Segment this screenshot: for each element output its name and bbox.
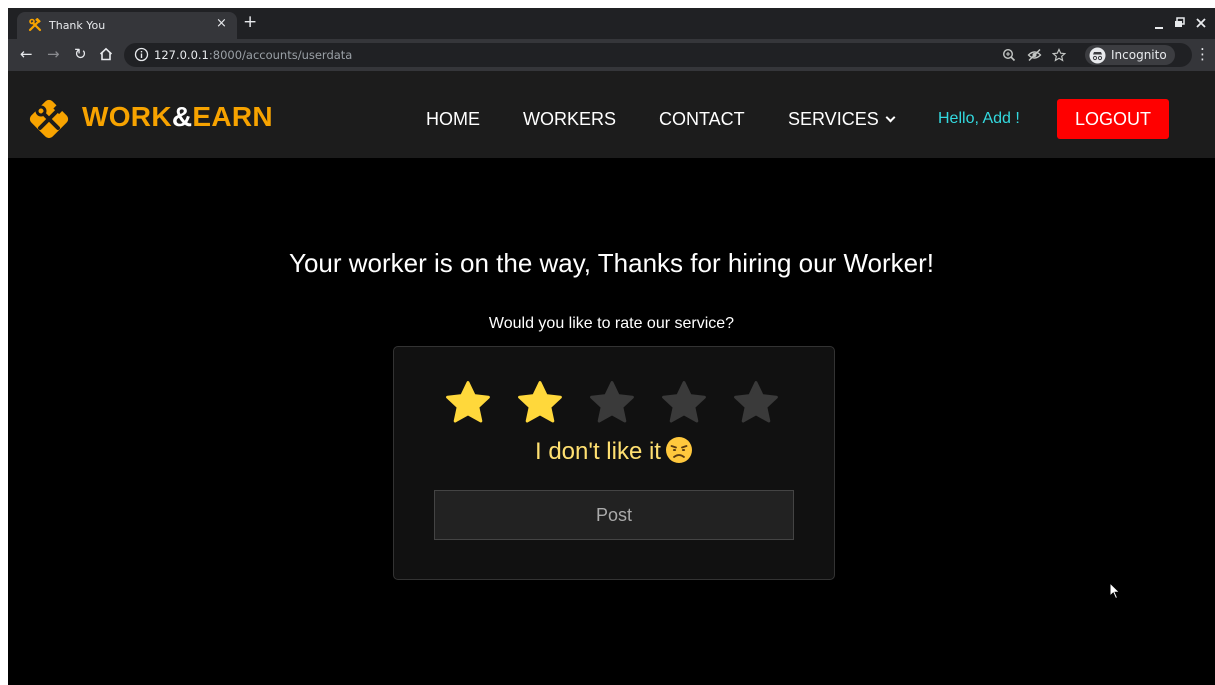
back-icon[interactable]: ←	[20, 45, 33, 63]
star-icon-4[interactable]	[660, 379, 708, 427]
brand-name[interactable]: WORK&EARN	[82, 101, 273, 133]
tab-strip: Thank You × +	[8, 8, 1215, 39]
rating-card: I don't like it Post	[393, 346, 835, 580]
info-icon[interactable]	[134, 47, 149, 62]
eye-off-icon[interactable]	[1027, 48, 1042, 62]
kebab-menu-icon[interactable]: ⋮	[1195, 45, 1210, 63]
user-greeting: Hello, Add !	[938, 110, 1020, 127]
incognito-icon	[1089, 47, 1106, 63]
reload-icon[interactable]: ↻	[74, 45, 87, 63]
forward-icon[interactable]: →	[47, 45, 60, 63]
mouse-cursor-icon	[1109, 582, 1121, 600]
home-icon[interactable]	[99, 47, 113, 61]
star-icon-1[interactable]	[444, 379, 492, 427]
zoom-icon[interactable]	[1002, 48, 1016, 62]
star-icon-2[interactable]	[516, 379, 564, 427]
tools-icon	[28, 18, 42, 32]
thank-you-message: Your worker is on the way, Thanks for hi…	[289, 248, 934, 278]
chevron-down-icon	[885, 112, 896, 123]
incognito-label: Incognito	[1111, 48, 1167, 62]
tab-title: Thank You	[49, 19, 106, 32]
close-window-icon[interactable]	[1196, 18, 1206, 28]
close-icon[interactable]: ×	[216, 16, 227, 31]
star-bookmark-icon[interactable]	[1052, 48, 1066, 62]
rating-question: Would you like to rate our service?	[488, 315, 735, 332]
rating-feedback: I don't like it	[394, 436, 834, 466]
nav-contact[interactable]: CONTACT	[659, 109, 745, 130]
browser-toolbar: ← → ↻ 127.0.0.1:8000/accounts/userdata I…	[8, 39, 1215, 71]
nav-home[interactable]: HOME	[426, 109, 480, 130]
post-button[interactable]: Post	[434, 490, 794, 540]
disappointed-face-icon	[665, 437, 692, 463]
restore-icon[interactable]	[1174, 17, 1185, 28]
star-rating	[444, 379, 780, 427]
star-icon-5[interactable]	[732, 379, 780, 427]
url-text: 127.0.0.1:8000/accounts/userdata	[154, 48, 353, 62]
rating-feedback-text: I don't like it	[535, 438, 661, 465]
logout-button[interactable]: LOGOUT	[1057, 99, 1169, 139]
browser-window: Thank You × + ← → ↻ 127.0.0.1:8000/accou…	[8, 8, 1215, 685]
incognito-badge[interactable]: Incognito	[1085, 45, 1175, 65]
address-bar[interactable]: 127.0.0.1:8000/accounts/userdata Incogni…	[124, 43, 1192, 67]
nav-workers[interactable]: WORKERS	[523, 109, 616, 130]
new-tab-button[interactable]: +	[243, 12, 257, 32]
nav-services[interactable]: SERVICES	[788, 109, 896, 130]
star-icon-3[interactable]	[588, 379, 636, 427]
browser-tab[interactable]: Thank You ×	[17, 12, 237, 39]
nav-services-label: SERVICES	[788, 109, 879, 129]
logo-icon[interactable]	[26, 96, 72, 142]
minimize-icon[interactable]	[1154, 20, 1164, 30]
site-header: WORK&EARN HOME WORKERS CONTACT SERVICES …	[8, 71, 1215, 158]
